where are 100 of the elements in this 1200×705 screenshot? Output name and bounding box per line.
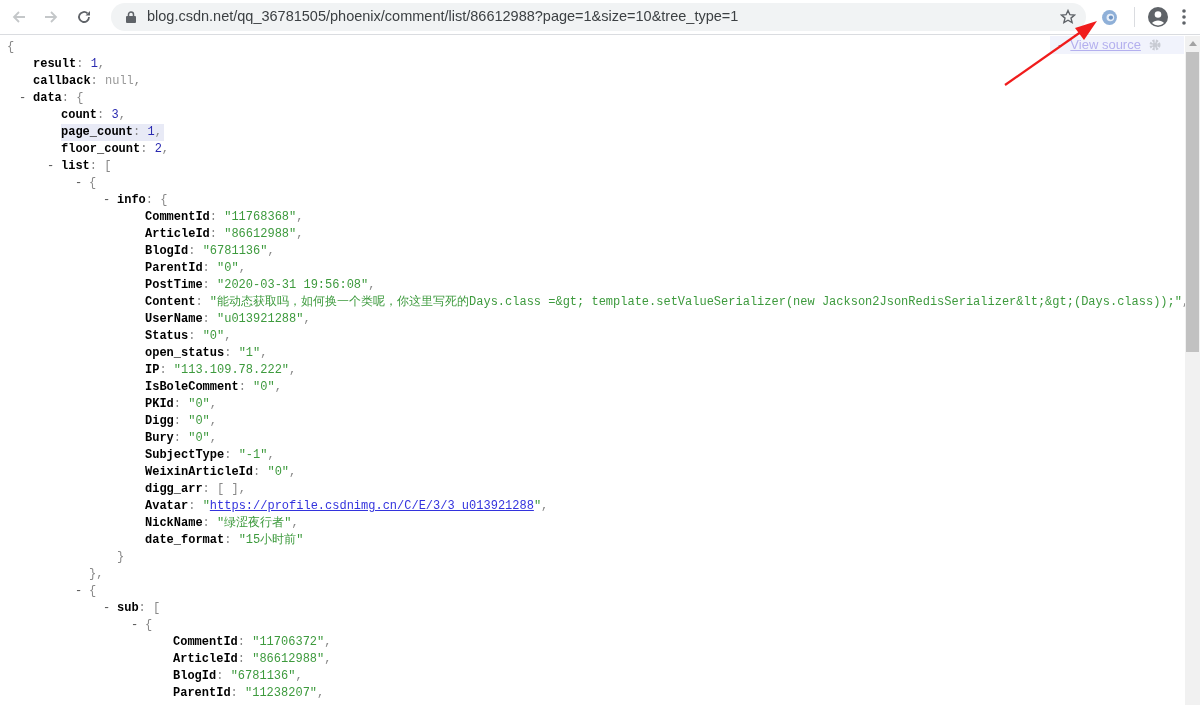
address-bar[interactable]: blog.csdn.net/qq_36781505/phoenix/comment/list/86612988?page=1&size=10&tree_type=1 (111, 3, 1086, 31)
quote-mark: " (533, 499, 542, 513)
colon: : (159, 363, 168, 377)
json-key: NickName (145, 516, 203, 530)
collapse-toggle[interactable]: - (75, 175, 89, 192)
collapse-toggle[interactable]: - (103, 600, 117, 617)
json-key: ParentId (145, 261, 203, 275)
json-value: 1 (147, 125, 155, 139)
bracket: { (76, 91, 84, 105)
json-key: Digg (145, 414, 174, 428)
extension-icon[interactable] (1101, 8, 1118, 26)
url-link[interactable]: https://profile.csdnimg.cn/C/E/3/3_u013921288 (209, 499, 534, 513)
json-key: IP (145, 363, 160, 377)
json-value: "0" (188, 397, 210, 411)
comma: , (154, 125, 162, 139)
profile-icon[interactable] (1148, 7, 1168, 27)
colon: : (202, 312, 211, 326)
comma: , (209, 431, 218, 445)
colon: : (188, 244, 197, 258)
comma: , (224, 329, 232, 343)
json-key: BlogId (173, 669, 217, 683)
bracket: [ (104, 159, 112, 173)
collapse-toggle[interactable]: - (103, 192, 117, 209)
json-value: null (105, 74, 134, 88)
json-key: UserName (145, 312, 203, 326)
json-key: ParentId (173, 686, 231, 700)
json-key: callback (33, 74, 91, 88)
colon: : (76, 57, 85, 71)
json-value: 3 (111, 108, 119, 122)
json-value: "1" (238, 346, 261, 360)
json-key: floor_count (61, 142, 141, 156)
colon: : (224, 346, 233, 360)
json-key: data (33, 91, 62, 105)
bracket: [ (153, 601, 161, 615)
json-value: "6781136" (202, 244, 268, 258)
colon: : (216, 669, 225, 683)
url-text: blog.csdn.net/qq_36781505/phoenix/comment/list/86612988?page=1&size=10&tree_type=1 (147, 7, 739, 27)
json-key: BlogId (145, 244, 189, 258)
collapse-toggle[interactable]: - (75, 583, 89, 600)
json-value: "0" (253, 380, 275, 394)
back-icon[interactable] (11, 9, 27, 25)
reload-icon[interactable] (76, 9, 92, 25)
colon: : (209, 227, 218, 241)
colon: : (202, 261, 211, 275)
json-value: "86612988" (252, 652, 325, 666)
collapse-toggle[interactable]: - (19, 90, 33, 107)
menu-icon[interactable] (1182, 9, 1186, 25)
json-key: Bury (145, 431, 174, 445)
colon: : (188, 329, 197, 343)
comma: , (289, 465, 297, 479)
colon: : (173, 431, 182, 445)
comma: , (209, 397, 218, 411)
comma: , (274, 380, 282, 394)
json-value: "0" (188, 414, 210, 428)
json-value: "0" (202, 329, 225, 343)
json-value: "0" (217, 261, 239, 275)
json-value: [ ] (217, 482, 239, 496)
bracket: } (117, 550, 125, 564)
colon: : (202, 278, 211, 292)
json-value: "113.109.78.222" (173, 363, 290, 377)
colon: : (188, 499, 197, 513)
colon: : (224, 448, 233, 462)
json-key: ArticleId (173, 652, 238, 666)
json-key: info (117, 193, 146, 207)
json-key: open_status (145, 346, 225, 360)
colon: : (145, 193, 154, 207)
colon: : (90, 74, 99, 88)
comma: , (267, 244, 275, 258)
scroll-up-icon[interactable] (1188, 41, 1197, 46)
comma: , (209, 414, 218, 428)
json-key: PostTime (145, 278, 203, 292)
forward-icon[interactable] (43, 9, 59, 25)
bracket: } (89, 567, 97, 581)
bracket: { (89, 584, 97, 598)
colon: : (140, 142, 149, 156)
json-value: "11706372" (252, 635, 325, 649)
collapse-toggle[interactable]: - (47, 158, 61, 175)
json-key: count (61, 108, 97, 122)
colon: : (202, 516, 211, 530)
colon: : (237, 635, 246, 649)
comma: , (238, 261, 246, 275)
json-key: SubjectType (145, 448, 225, 462)
json-value: "u013921288" (217, 312, 304, 326)
json-value: "0" (267, 465, 290, 479)
bracket: { (7, 40, 15, 54)
comma: , (317, 686, 325, 700)
comma: , (296, 227, 304, 241)
bracket: { (145, 618, 153, 632)
scroll-thumb[interactable] (1186, 52, 1199, 352)
json-key: CommentId (173, 635, 238, 649)
colon: : (202, 482, 211, 496)
comma: , (295, 669, 303, 683)
comma: , (238, 482, 246, 496)
comma: , (296, 210, 304, 224)
star-icon[interactable] (1060, 9, 1076, 25)
json-key: WeixinArticleId (145, 465, 254, 479)
comma: , (1181, 295, 1190, 309)
lock-icon (126, 11, 136, 23)
collapse-toggle[interactable]: - (131, 617, 145, 634)
json-key: PKId (145, 397, 174, 411)
